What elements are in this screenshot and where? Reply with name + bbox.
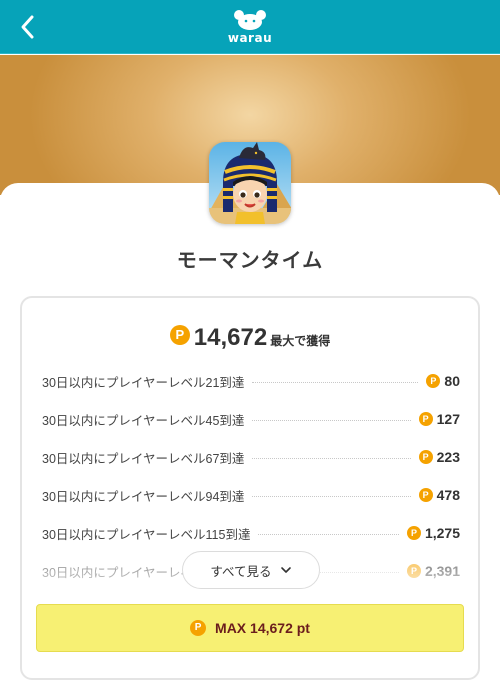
reward-points-value: 80	[444, 373, 460, 389]
dotted-leader	[258, 533, 399, 535]
chevron-down-icon	[280, 567, 291, 573]
reward-points: P 478	[418, 487, 460, 503]
reward-condition: 30日以内にプレイヤーレベル67到達	[42, 451, 245, 466]
point-coin-icon: P	[426, 374, 441, 388]
dotted-leader	[252, 419, 411, 421]
max-points-button[interactable]: P MAX 14,672 pt	[36, 604, 464, 652]
reward-points-value: 127	[436, 411, 460, 427]
list-item: 30日以内にプレイヤーレベル45到達 P 127	[42, 400, 460, 438]
app-icon-image	[209, 142, 291, 224]
dotted-leader	[252, 381, 419, 383]
reward-condition: 30日以内にプレイヤーレベル94到達	[42, 489, 245, 504]
reward-condition: 30日以内にプレイヤーレベル115到達	[42, 527, 251, 542]
point-coin-icon: P	[169, 325, 190, 345]
reward-points-value: 478	[436, 487, 460, 503]
point-coin-icon: P	[418, 450, 433, 464]
app-icon	[209, 142, 291, 224]
reward-condition: 30日以内にプレイヤーレベル21到達	[42, 375, 245, 390]
reward-condition: 30日以内にプレイヤーレベル45到達	[42, 413, 245, 428]
point-coin-icon: P	[418, 488, 433, 502]
list-item: 30日以内にプレイヤーレベル94到達 P 478	[42, 476, 460, 514]
chevron-left-icon	[21, 15, 34, 39]
reward-condition: 30日以内にプレイヤーレベル	[42, 565, 206, 580]
back-button[interactable]	[12, 11, 44, 43]
dotted-leader	[252, 495, 411, 497]
reward-points: P 223	[418, 449, 460, 465]
dotted-leader	[252, 457, 411, 459]
top-bar: warau	[0, 0, 500, 54]
list-item: 30日以内にプレイヤーレベル21到達 P 80	[42, 362, 460, 400]
point-coin-icon: P	[190, 620, 207, 636]
logo-mark-icon	[234, 10, 266, 30]
see-all-button[interactable]: すべて見る	[182, 551, 320, 589]
app-title: モーマンタイム	[176, 250, 324, 272]
logo-text: warau	[227, 31, 273, 45]
total-points-value: 14,672	[193, 324, 268, 351]
point-coin-icon: P	[406, 526, 421, 540]
reward-points-value: 223	[436, 449, 460, 465]
point-coin-icon: P	[406, 564, 421, 578]
point-coin-icon: P	[418, 412, 433, 426]
max-points-label: MAX 14,672 pt	[215, 620, 310, 636]
reward-points: P 2,391	[406, 563, 460, 579]
total-points-suffix: 最大で獲得	[270, 333, 331, 348]
reward-points: P 80	[426, 373, 460, 389]
warau-logo[interactable]: warau	[226, 9, 274, 45]
list-item: 30日以内にプレイヤーレベル115到達 P 1,275	[42, 514, 460, 552]
reward-points-value: 2,391	[424, 563, 460, 579]
reward-points-value: 1,275	[424, 525, 460, 541]
reward-card: P 14,672 最大で獲得 30日以内にプレイヤーレベル21到達 P 80 30日以…	[20, 296, 480, 680]
see-all-label: すべて見る	[210, 564, 272, 579]
list-item: 30日以内にプレイヤーレベル67到達 P 223	[42, 438, 460, 476]
reward-points: P 127	[418, 411, 460, 427]
reward-points: P 1,275	[406, 525, 460, 541]
total-points: P 14,672 最大で獲得	[22, 324, 478, 352]
